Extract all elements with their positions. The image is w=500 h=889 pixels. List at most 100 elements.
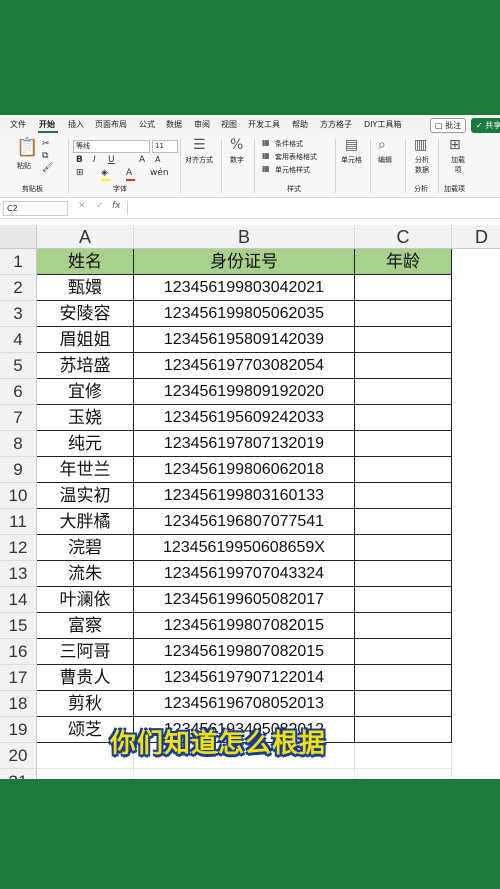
row-header[interactable]: 4 [0, 327, 37, 353]
id-number-cell[interactable]: 123456199605082017 [134, 587, 355, 613]
formula-input[interactable] [127, 201, 498, 214]
cell-style-button[interactable]: 单元格样式 [275, 165, 310, 175]
underline-button[interactable]: U [108, 155, 115, 165]
paste-label[interactable]: 粘贴 [17, 161, 31, 171]
tab-review[interactable]: 审阅 [194, 119, 210, 130]
italic-button[interactable]: I [93, 155, 96, 165]
age-cell[interactable] [355, 613, 452, 639]
name-cell[interactable]: 年世兰 [37, 457, 134, 483]
age-cell[interactable] [355, 535, 452, 561]
age-cell[interactable] [355, 405, 452, 431]
empty-cell[interactable] [355, 769, 452, 779]
id-number-cell[interactable]: 123456199809192020 [134, 379, 355, 405]
row-header[interactable]: 1 [0, 249, 37, 275]
name-cell[interactable]: 叶澜依 [37, 587, 134, 613]
format-painter-icon[interactable]: 🖌 [42, 163, 53, 173]
name-cell[interactable]: 流朱 [37, 561, 134, 587]
row-header[interactable]: 21 [0, 769, 37, 779]
row-header[interactable]: 13 [0, 561, 37, 587]
header-cell-id[interactable]: 身份证号 [134, 249, 355, 275]
row-header[interactable]: 14 [0, 587, 37, 613]
age-cell[interactable] [355, 509, 452, 535]
cells-label[interactable]: 单元格 [341, 155, 362, 165]
name-cell[interactable]: 浣碧 [37, 535, 134, 561]
analyze-data-icon[interactable]: ▥ [414, 137, 427, 153]
tab-insert[interactable]: 插入 [68, 119, 84, 130]
tab-home[interactable]: 开始 [39, 119, 55, 130]
phonetic-icon[interactable]: wén [150, 168, 169, 178]
fill-color-icon[interactable]: ◈ [101, 168, 108, 178]
id-number-cell[interactable]: 123456199805062035 [134, 301, 355, 327]
id-number-cell[interactable]: 123456195809142039 [134, 327, 355, 353]
row-header[interactable]: 7 [0, 405, 37, 431]
row-header[interactable]: 12 [0, 535, 37, 561]
tab-page-layout[interactable]: 页面布局 [95, 119, 127, 130]
age-cell[interactable] [355, 457, 452, 483]
select-all-corner[interactable] [0, 225, 37, 249]
fx-button[interactable]: fx [112, 201, 121, 211]
name-cell[interactable]: 安陵容 [37, 301, 134, 327]
age-cell[interactable] [355, 639, 452, 665]
name-cell[interactable]: 眉姐姐 [37, 327, 134, 353]
row-header[interactable]: 3 [0, 301, 37, 327]
name-cell[interactable]: 玉娆 [37, 405, 134, 431]
column-header-col-a[interactable]: A [37, 225, 134, 249]
confirm-icon[interactable]: ✓ [96, 201, 104, 211]
age-cell[interactable] [355, 587, 452, 613]
row-header[interactable]: 9 [0, 457, 37, 483]
increase-font-icon[interactable]: A [139, 155, 145, 165]
id-number-cell[interactable]: 123456199803042021 [134, 275, 355, 301]
id-number-cell[interactable]: 123456199806062018 [134, 457, 355, 483]
age-cell[interactable] [355, 275, 452, 301]
font-name-select[interactable]: 等线 [73, 140, 150, 153]
id-number-cell[interactable]: 123456199807082015 [134, 639, 355, 665]
name-cell[interactable]: 大胖橘 [37, 509, 134, 535]
id-number-cell[interactable]: 123456199803160133 [134, 483, 355, 509]
row-header[interactable]: 6 [0, 379, 37, 405]
id-number-cell[interactable]: 123456196708052013 [134, 691, 355, 717]
border-icon[interactable]: ⊞ [76, 168, 84, 178]
share-button[interactable]: ✓ 共享 [471, 118, 500, 133]
id-number-cell[interactable]: 12345619950608659X [134, 535, 355, 561]
tab-help[interactable]: 帮助 [292, 119, 308, 130]
align-icon[interactable]: ☰ [193, 137, 206, 153]
tab-data[interactable]: 数据 [166, 119, 182, 130]
age-cell[interactable] [355, 691, 452, 717]
cut-icon[interactable]: ✂ [42, 139, 50, 149]
edit-label[interactable]: 编辑 [378, 155, 392, 165]
name-cell[interactable]: 富察 [37, 613, 134, 639]
table-format-button[interactable]: 套用表格格式 [275, 152, 317, 162]
id-number-cell[interactable]: 123456199807082015 [134, 613, 355, 639]
name-cell[interactable]: 曹贵人 [37, 665, 134, 691]
header-cell-name[interactable]: 姓名 [37, 249, 134, 275]
header-cell-age[interactable]: 年龄 [355, 249, 452, 275]
row-header[interactable]: 11 [0, 509, 37, 535]
name-cell[interactable]: 宜修 [37, 379, 134, 405]
empty-cell[interactable] [134, 769, 355, 779]
align-label[interactable]: 对齐方式 [185, 155, 213, 165]
empty-cell[interactable] [37, 769, 134, 779]
font-size-select[interactable]: 11 [152, 140, 178, 153]
row-header[interactable]: 19 [0, 717, 37, 743]
addin-label[interactable]: 加载项 [448, 155, 468, 175]
copy-icon[interactable]: ⧉ [42, 151, 48, 161]
age-cell[interactable] [355, 379, 452, 405]
row-header[interactable]: 20 [0, 743, 37, 769]
name-cell[interactable]: 纯元 [37, 431, 134, 457]
age-cell[interactable] [355, 561, 452, 587]
age-cell[interactable] [355, 353, 452, 379]
column-header-col-d[interactable]: D [452, 225, 500, 249]
tab-diy-toolbox[interactable]: DIY工具箱 [364, 119, 401, 130]
tab-view[interactable]: 视图 [221, 119, 237, 130]
row-header[interactable]: 10 [0, 483, 37, 509]
tab-fangfang[interactable]: 方方格子 [320, 119, 352, 130]
id-number-cell[interactable]: 123456195609242033 [134, 405, 355, 431]
row-header[interactable]: 16 [0, 639, 37, 665]
cancel-icon[interactable]: ✕ [78, 201, 86, 211]
id-number-cell[interactable]: 123456196807077541 [134, 509, 355, 535]
spreadsheet-grid[interactable]: ABCD123456789101112131415161718192021姓名身… [0, 225, 500, 779]
age-cell[interactable] [355, 665, 452, 691]
age-cell[interactable] [355, 327, 452, 353]
name-cell[interactable]: 苏培盛 [37, 353, 134, 379]
row-header[interactable]: 8 [0, 431, 37, 457]
